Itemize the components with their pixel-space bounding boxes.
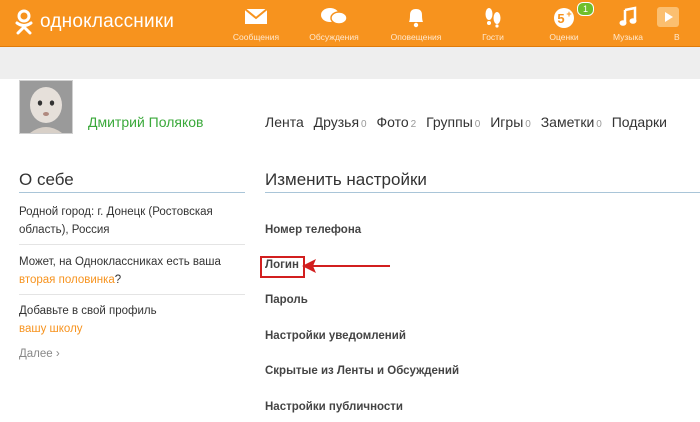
more-link[interactable]: Далее ›: [19, 348, 60, 360]
setting-publicity[interactable]: Настройки публичности: [265, 401, 403, 413]
profile-menu: Лента Друзья 0 Фото 2 Группы 0 Игры 0 Заметк…: [265, 114, 673, 130]
avatar[interactable]: [19, 80, 73, 134]
login-highlight-box: [260, 256, 305, 278]
profile-name[interactable]: Дмитрий Поляков: [88, 114, 203, 130]
ok-logo-icon: [14, 9, 34, 35]
spouse-text: Может, на Одноклассниках есть ваша втора…: [19, 256, 221, 286]
menu-gifts[interactable]: Подарки: [612, 114, 667, 130]
video-play-icon: [657, 7, 679, 27]
nav-label: Оповещения: [390, 32, 442, 42]
menu-games[interactable]: Игры 0: [490, 114, 531, 130]
nav-label: Гости: [482, 32, 504, 42]
speech-bubbles-icon: [321, 8, 348, 25]
svg-text:5: 5: [557, 11, 564, 26]
settings-divider: [265, 192, 700, 193]
divider: [19, 244, 245, 245]
svg-text:+: +: [566, 9, 571, 19]
setting-phone[interactable]: Номер телефона: [265, 224, 361, 236]
envelope-icon: [244, 8, 268, 24]
school-text: Добавьте в свой профиль вашу школу: [19, 305, 157, 335]
hometown-text: Родной город: г. Донецк (Ростовская обла…: [19, 206, 213, 236]
about-title: О себе: [19, 170, 74, 189]
nav-guests[interactable]: Гости: [462, 0, 524, 46]
five-plus-icon: 5 +: [554, 8, 574, 28]
setting-hidden[interactable]: Скрытые из Ленты и Обсуждений: [265, 365, 459, 377]
divider: [19, 294, 245, 295]
red-arrow-icon: [302, 259, 390, 273]
setting-notifications[interactable]: Настройки уведомлений: [265, 330, 406, 342]
setting-password[interactable]: Пароль: [265, 294, 308, 306]
music-note-icon: [619, 6, 637, 26]
nav-label: Оценки: [549, 32, 579, 42]
menu-friends[interactable]: Друзья 0: [314, 114, 367, 130]
settings-title: Изменить настройки: [265, 170, 427, 189]
bell-icon: [409, 9, 423, 28]
nav-messages[interactable]: Сообщения: [225, 0, 287, 46]
nav-video[interactable]: В: [648, 0, 688, 46]
brand-name: одноклассники: [40, 11, 175, 32]
nav-ratings[interactable]: 5 + Оценки 1: [533, 0, 595, 46]
menu-photos[interactable]: Фото 2: [377, 114, 417, 130]
nav-discussions[interactable]: Обсуждения: [303, 0, 365, 46]
footprints-icon: [485, 8, 501, 28]
menu-groups[interactable]: Группы 0: [426, 114, 480, 130]
school-link[interactable]: вашу школу: [19, 323, 83, 335]
ratings-badge: 1: [577, 2, 595, 16]
menu-notes[interactable]: Заметки 0: [541, 114, 602, 130]
nav-label: Обсуждения: [309, 32, 359, 42]
about-divider: [19, 192, 245, 193]
nav-label: Сообщения: [232, 32, 280, 42]
spouse-link[interactable]: вторая половинка: [19, 274, 115, 286]
menu-feed[interactable]: Лента: [265, 114, 304, 130]
top-bar: одноклассники Сообщения Обсуждения Опове…: [0, 0, 700, 47]
nav-label: В: [674, 32, 680, 42]
nav-notifications[interactable]: Оповещения: [385, 0, 447, 46]
brand-logo[interactable]: одноклассники: [14, 8, 174, 36]
header-band: [0, 47, 700, 79]
